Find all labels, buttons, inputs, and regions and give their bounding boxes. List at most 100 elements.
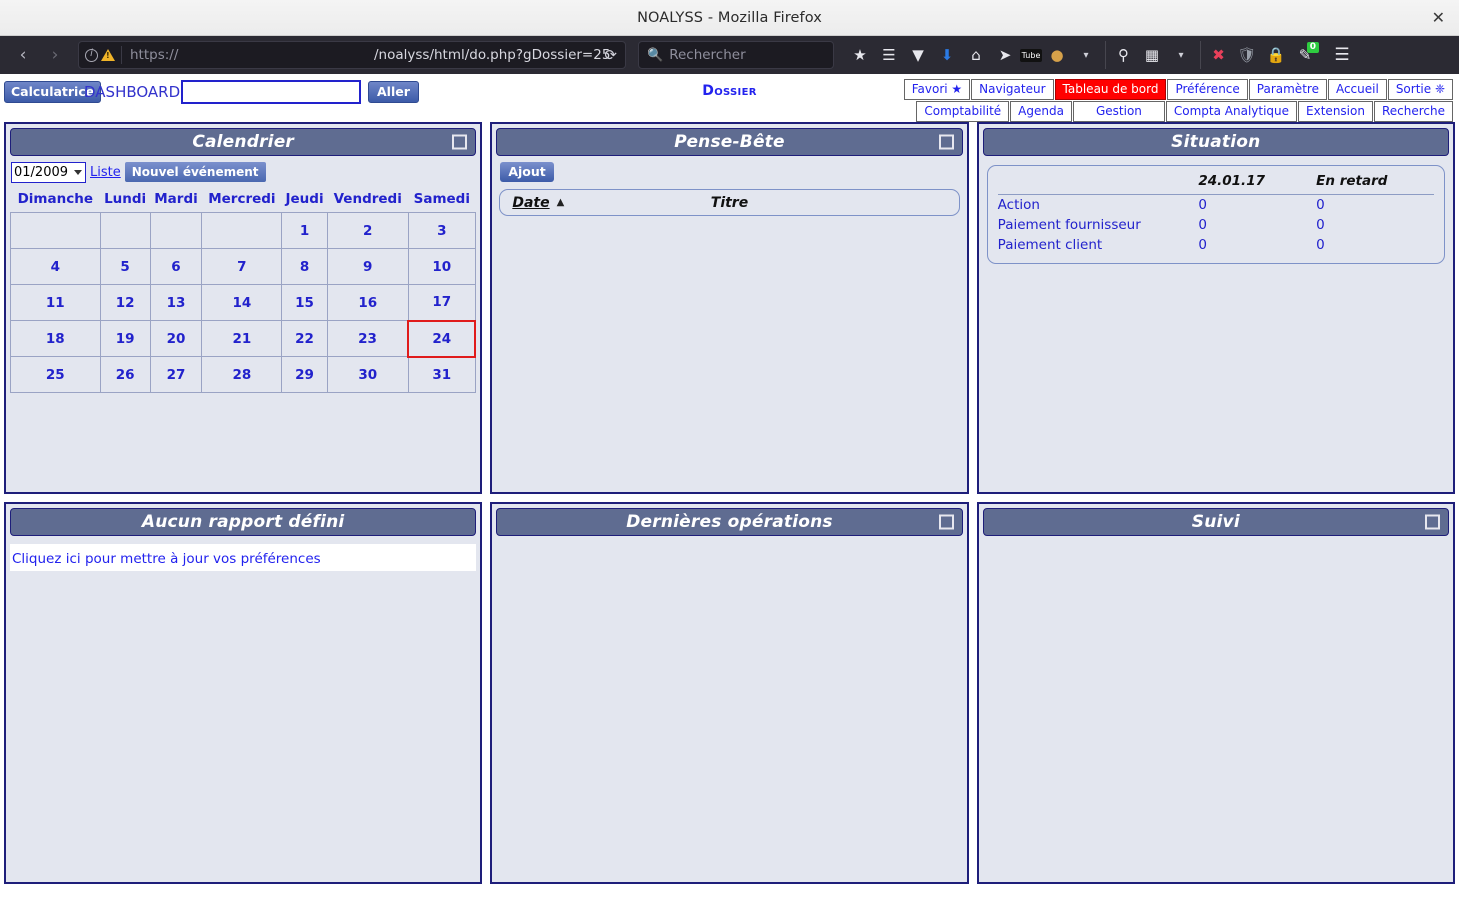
window-title: NOALYSS - Mozilla Firefox — [637, 10, 822, 26]
reading-list-icon[interactable]: ☰ — [875, 41, 903, 69]
calendar-cell — [100, 213, 150, 249]
maximize-icon[interactable] — [939, 515, 954, 530]
close-icon[interactable]: ✕ — [1432, 10, 1445, 26]
maximize-icon[interactable] — [939, 135, 954, 150]
calendar-cell[interactable]: 30 — [327, 357, 408, 393]
menu-recherche[interactable]: Recherche — [1374, 101, 1453, 122]
calendar-cell[interactable]: 27 — [150, 357, 202, 393]
calendar-cell[interactable]: 1 — [282, 213, 327, 249]
chevron-down-icon-2[interactable]: ▾ — [1167, 41, 1195, 69]
main-menu: Favori ★ Navigateur Tableau de bord Préf… — [904, 79, 1453, 123]
calendar-cell[interactable]: 16 — [327, 285, 408, 321]
calendar-cell[interactable]: 15 — [282, 285, 327, 321]
menu-navigateur[interactable]: Navigateur — [971, 79, 1053, 100]
calendar-cell[interactable]: 31 — [408, 357, 475, 393]
situation-row-label[interactable]: Action — [998, 195, 1199, 216]
search-icon: 🔍 — [647, 48, 663, 63]
calendar-cell[interactable]: 25 — [11, 357, 101, 393]
menu-favori[interactable]: Favori ★ — [904, 79, 970, 100]
ublock-shield-icon[interactable]: 🛡 — [1233, 41, 1261, 69]
calendar-list-link[interactable]: Liste — [90, 165, 121, 180]
home-icon[interactable]: ⌂ — [962, 41, 990, 69]
chevron-down-icon[interactable]: ▾ — [1072, 41, 1100, 69]
calendar-cell[interactable]: 3 — [408, 213, 475, 249]
table-row: Action 0 0 — [998, 195, 1434, 216]
calendar-cell[interactable]: 17 — [408, 285, 475, 321]
dashboard-row-bottom: Aucun rapport défini Cliquez ici pour me… — [4, 502, 1455, 884]
search-placeholder: Rechercher — [669, 47, 745, 63]
key-icon[interactable]: ⚲ — [1105, 41, 1137, 69]
calendar-cell[interactable]: 20 — [150, 321, 202, 357]
info-circle-icon[interactable] — [85, 49, 98, 62]
calendar-widget: Calendrier 01/2009 Liste Nouvel événemen… — [4, 122, 482, 494]
situation-row-label[interactable]: Paiement fournisseur — [998, 215, 1199, 235]
update-preferences-link[interactable]: Cliquez ici pour mettre à jour vos préfé… — [12, 551, 321, 567]
menu-compta-analytique[interactable]: Compta Analytique — [1166, 101, 1297, 122]
hamburger-menu-icon[interactable]: ☰ — [1327, 41, 1357, 69]
menu-preference[interactable]: Préférence — [1167, 79, 1247, 100]
youtube-downloader-icon[interactable]: Tube — [1020, 49, 1042, 62]
calendar-cell[interactable]: 26 — [100, 357, 150, 393]
https-lock-icon[interactable]: 🔒 — [1262, 41, 1290, 69]
maximize-icon[interactable] — [1425, 515, 1440, 530]
calendar-cell — [11, 213, 101, 249]
forward-icon[interactable]: › — [40, 41, 70, 69]
notes-column-headers: Date ▲ Titre — [499, 189, 959, 216]
bookmark-star-icon[interactable]: ★ — [846, 41, 874, 69]
browser-search-bar[interactable]: 🔍 Rechercher — [638, 41, 834, 69]
sort-ascending-icon[interactable]: ▲ — [557, 197, 565, 208]
calendar-cell[interactable]: 14 — [202, 285, 282, 321]
add-note-button[interactable]: Ajout — [500, 162, 553, 182]
menu-extension[interactable]: Extension — [1298, 101, 1373, 122]
reload-icon[interactable]: ⟳ — [604, 46, 617, 64]
calendar-cell[interactable]: 28 — [202, 357, 282, 393]
calendar-cell[interactable]: 29 — [282, 357, 327, 393]
new-event-button[interactable]: Nouvel événement — [125, 162, 266, 182]
calendar-cell[interactable]: 22 — [282, 321, 327, 357]
calendar-cell[interactable]: 19 — [100, 321, 150, 357]
calendar-cell-today[interactable]: 24 — [408, 321, 475, 357]
downloads-icon[interactable]: ⬇ — [933, 41, 961, 69]
maximize-icon[interactable] — [452, 135, 467, 150]
menu-parametre[interactable]: Paramètre — [1249, 79, 1327, 100]
menu-agenda[interactable]: Agenda — [1010, 101, 1072, 122]
notes-col-date[interactable]: Date — [512, 195, 549, 211]
menu-sortie[interactable]: Sortie ❈ — [1388, 79, 1453, 100]
calendar-cell[interactable]: 7 — [202, 249, 282, 285]
calendar-cell[interactable]: 8 — [282, 249, 327, 285]
url-scheme: https:// — [122, 47, 178, 63]
calendar-cell[interactable]: 5 — [100, 249, 150, 285]
menu-comptabilite[interactable]: Comptabilité — [916, 101, 1009, 122]
calendar-cell[interactable]: 9 — [327, 249, 408, 285]
situation-body: 24.01.17 En retard Action 0 0 — [983, 156, 1449, 264]
url-bar[interactable]: https:// /noalyss/html/do.php?gDossier=2… — [78, 41, 626, 69]
notes-icon[interactable]: ▦ — [1138, 41, 1166, 69]
calendar-cell[interactable]: 12 — [100, 285, 150, 321]
warning-triangle-icon[interactable] — [101, 49, 115, 61]
monkey-avatar-icon[interactable]: ● — [1043, 41, 1071, 69]
calendar-cell[interactable]: 10 — [408, 249, 475, 285]
calendar-cell[interactable]: 23 — [327, 321, 408, 357]
calendar-week-row: 18 19 20 21 22 23 24 — [11, 321, 476, 357]
calendar-cell[interactable]: 21 — [202, 321, 282, 357]
adblock-icon[interactable]: ✖ — [1200, 41, 1232, 69]
calendar-cell[interactable]: 2 — [327, 213, 408, 249]
calendar-cell[interactable]: 18 — [11, 321, 101, 357]
calendar-cell[interactable]: 11 — [11, 285, 101, 321]
calendar-cell[interactable]: 4 — [11, 249, 101, 285]
calendar-period-select[interactable]: 01/2009 — [11, 162, 86, 183]
menu-accueil[interactable]: Accueil — [1328, 79, 1387, 100]
send-tab-icon[interactable]: ➤ — [991, 41, 1019, 69]
situation-row-label[interactable]: Paiement client — [998, 235, 1199, 255]
menu-tableau-de-bord[interactable]: Tableau de bord — [1055, 79, 1167, 100]
calendar-cell[interactable]: 13 — [150, 285, 202, 321]
day-header-jeudi: Jeudi — [282, 188, 327, 213]
menu-gestion[interactable]: Gestion — [1073, 101, 1165, 122]
pocket-icon[interactable]: ▼ — [904, 41, 932, 69]
calendar-cell[interactable]: 6 — [150, 249, 202, 285]
calendar-cell — [150, 213, 202, 249]
site-identity[interactable] — [85, 46, 122, 64]
back-icon[interactable]: ‹ — [8, 41, 38, 69]
extension-tools-icon[interactable]: ✎ 0 — [1291, 41, 1319, 69]
followup-widget: Suivi — [977, 502, 1455, 884]
